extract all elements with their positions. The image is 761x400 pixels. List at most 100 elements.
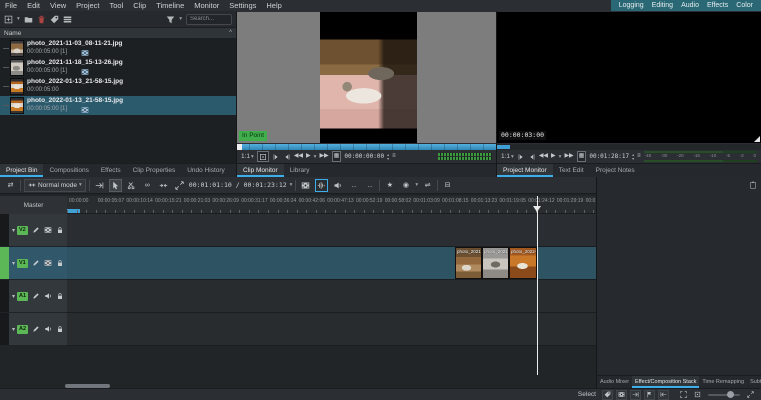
playhead-line[interactable] bbox=[537, 196, 538, 375]
project-monitor-display[interactable]: 00:00:03:00 bbox=[497, 12, 761, 143]
lock-icon[interactable] bbox=[56, 292, 64, 300]
zoom-slider-knob[interactable] bbox=[727, 391, 734, 398]
razor-tool-button[interactable] bbox=[125, 179, 138, 192]
show-markers-toggle[interactable] bbox=[602, 390, 613, 400]
video-track-icon[interactable] bbox=[44, 259, 52, 267]
zone-out-button[interactable] bbox=[283, 153, 291, 161]
track-header-a1[interactable]: ▾A1 bbox=[0, 280, 67, 313]
zoom-expand-button[interactable] bbox=[745, 390, 756, 400]
timecode-spinner[interactable]: ▴▾ bbox=[387, 153, 389, 160]
monitor-zoom-select[interactable]: 1:1▾ bbox=[241, 153, 254, 160]
chevron-down-icon[interactable]: ▾ bbox=[415, 182, 418, 188]
zoom-box-button[interactable] bbox=[692, 390, 703, 400]
switch-players-button[interactable]: ⇌ bbox=[421, 179, 434, 192]
timeline-zone-bar[interactable] bbox=[67, 209, 80, 213]
snap-toggle[interactable]: ‥ bbox=[347, 179, 360, 192]
track-lane-v1[interactable]: photo_2021-11-03_08-11-21.jpgphoto_2021-… bbox=[67, 247, 596, 280]
add-marker-button[interactable] bbox=[257, 151, 269, 162]
menu-item-settings[interactable]: Settings bbox=[224, 0, 261, 11]
collapse-tracks-button[interactable] bbox=[157, 179, 170, 192]
menu-item-help[interactable]: Help bbox=[261, 0, 286, 11]
zoom-slider[interactable] bbox=[708, 390, 740, 399]
zone-mode-button[interactable]: ▦ bbox=[332, 151, 342, 162]
timeline-ruler[interactable]: 00:00:0000:00:05:0700:00:10:1400:00:15:2… bbox=[67, 196, 596, 214]
tab-undo-history[interactable]: Undo History bbox=[181, 164, 231, 177]
play-button[interactable]: ▶ bbox=[306, 151, 311, 162]
audio-thumbnails-toggle[interactable] bbox=[315, 179, 328, 192]
use-timeline-zone-button[interactable]: ⇄ bbox=[4, 179, 17, 192]
track-lane-v2[interactable] bbox=[67, 214, 596, 247]
audio-track-icon[interactable] bbox=[44, 325, 52, 333]
open-project-button[interactable] bbox=[24, 15, 33, 24]
rewind-button[interactable]: ◀◀ bbox=[294, 151, 303, 162]
workspace-tab-color[interactable]: Color bbox=[732, 0, 757, 11]
monitor-menu-button[interactable]: ≡ bbox=[392, 151, 396, 162]
multicam-tool-button[interactable] bbox=[173, 179, 186, 192]
track-target-badge[interactable]: A2 bbox=[17, 325, 28, 334]
menu-item-clip[interactable]: Clip bbox=[128, 0, 151, 11]
bin-column-header[interactable]: Name ^ bbox=[0, 27, 236, 39]
tab-clip-properties[interactable]: Clip Properties bbox=[127, 164, 182, 177]
chevron-down-icon[interactable]: ▾ bbox=[290, 182, 293, 188]
zone-in-button[interactable] bbox=[272, 153, 280, 161]
lock-icon[interactable] bbox=[56, 259, 64, 267]
zone-segment[interactable] bbox=[497, 145, 510, 149]
workspace-tab-editing[interactable]: Editing bbox=[648, 0, 677, 11]
tab-text-edit[interactable]: Text Edit bbox=[553, 164, 590, 177]
rewind-button[interactable]: ◀◀ bbox=[539, 151, 548, 162]
timeline-clip[interactable]: photo_2022-01-13_21-58-15.jpg bbox=[509, 247, 537, 279]
effects-icon[interactable] bbox=[32, 325, 40, 333]
chevron-down-icon[interactable]: ▾ bbox=[12, 293, 15, 300]
insert-zone-button[interactable] bbox=[630, 390, 641, 400]
track-header-v2[interactable]: ▾V2 bbox=[0, 214, 67, 247]
menu-item-file[interactable]: File bbox=[0, 0, 22, 11]
zoom-fit-button[interactable] bbox=[678, 390, 689, 400]
timecode-spinner[interactable]: ▴▾ bbox=[632, 153, 634, 160]
view-mode-button[interactable] bbox=[63, 15, 72, 24]
add-clip-button[interactable] bbox=[4, 15, 13, 24]
track-header-a2[interactable]: ▾A2 bbox=[0, 313, 67, 346]
track-lane-a1[interactable] bbox=[67, 280, 596, 313]
show-markers-toggle[interactable] bbox=[331, 179, 344, 192]
tab-time-remapping[interactable]: Time Remapping bbox=[699, 376, 747, 388]
track-header-v1[interactable]: ▾V1 bbox=[0, 247, 67, 280]
bin-clip-item[interactable]: photo_2022-01-13_21-58-15.jpg00:00:05:00… bbox=[0, 96, 236, 115]
workspace-tab-effects[interactable]: Effects bbox=[703, 0, 732, 11]
zone-mode-button[interactable]: ▦ bbox=[577, 151, 587, 162]
favorite-effects-button[interactable]: ★ bbox=[383, 179, 396, 192]
tab-compositions[interactable]: Compositions bbox=[43, 164, 94, 177]
master-effects-button[interactable]: ⊟ bbox=[441, 179, 454, 192]
play-button[interactable]: ▶ bbox=[551, 151, 556, 162]
zone-in-button[interactable] bbox=[517, 153, 525, 161]
target-track-indicator[interactable] bbox=[0, 214, 9, 246]
effects-icon[interactable] bbox=[32, 226, 40, 234]
filter-button[interactable] bbox=[166, 15, 175, 24]
overwrite-zone-button[interactable] bbox=[658, 390, 669, 400]
sort-ascending-icon[interactable]: ^ bbox=[229, 30, 232, 36]
menu-item-project[interactable]: Project bbox=[71, 0, 104, 11]
workspace-tab-audio[interactable]: Audio bbox=[677, 0, 703, 11]
chevron-down-icon[interactable]: ▾ bbox=[17, 16, 20, 22]
clip-monitor-display[interactable]: In Point bbox=[237, 12, 496, 143]
timeline-position-timecode[interactable]: 00:01:01:10 / 00:01:23:12 bbox=[189, 181, 287, 189]
record-button[interactable]: ◉ bbox=[399, 179, 412, 192]
monitor-timecode[interactable]: 00:01:28:17 bbox=[589, 153, 629, 160]
monitor-timecode[interactable]: 00:00:00:00 bbox=[344, 153, 384, 160]
snap-toggle[interactable] bbox=[644, 390, 655, 400]
video-track-icon[interactable] bbox=[44, 226, 52, 234]
master-track-button[interactable]: Master bbox=[0, 196, 67, 214]
bin-clip-item[interactable]: photo_2022-01-13_21-58-15.jpg00:00:05:00 bbox=[0, 77, 236, 96]
menu-item-monitor[interactable]: Monitor bbox=[189, 0, 224, 11]
chevron-down-icon[interactable]: ▾ bbox=[12, 260, 15, 267]
video-thumbnails-toggle[interactable] bbox=[616, 390, 627, 400]
effects-icon[interactable] bbox=[32, 259, 40, 267]
tab-library[interactable]: Library bbox=[284, 164, 316, 177]
effects-icon[interactable] bbox=[32, 292, 40, 300]
spacer-tool-button[interactable]: ∞ bbox=[141, 179, 154, 192]
tab-effects[interactable]: Effects bbox=[95, 164, 127, 177]
menu-item-timeline[interactable]: Timeline bbox=[151, 0, 189, 11]
mix-clips-button[interactable] bbox=[93, 179, 106, 192]
spinner-down-icon[interactable]: ▾ bbox=[632, 157, 634, 161]
menu-item-view[interactable]: View bbox=[45, 0, 71, 11]
tags-button[interactable] bbox=[50, 15, 59, 24]
